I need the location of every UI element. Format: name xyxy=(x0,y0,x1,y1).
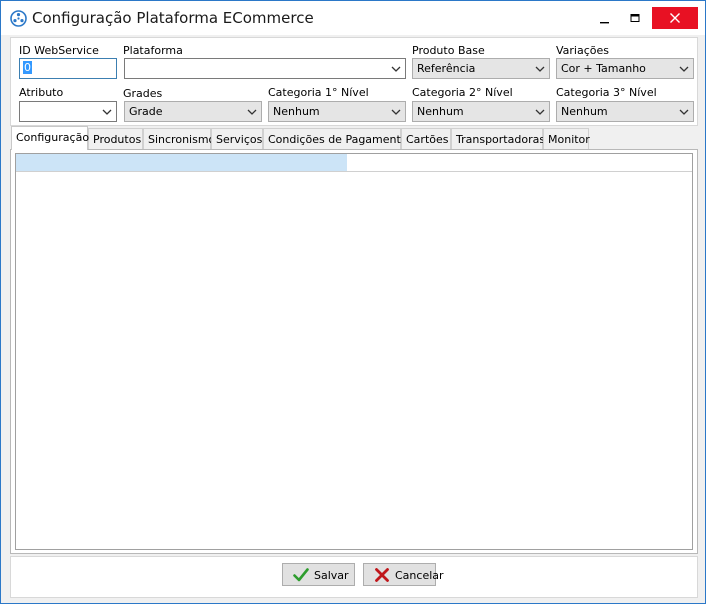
progress-bar xyxy=(16,154,692,172)
variacoes-select[interactable]: Cor + Tamanho xyxy=(556,58,694,79)
chevron-down-icon xyxy=(535,66,545,72)
salvar-button[interactable]: Salvar xyxy=(282,563,355,586)
variacoes-label: Variações xyxy=(556,44,610,57)
title-bar[interactable]: Configuração Plataforma ECommerce xyxy=(1,1,705,35)
id-webservice-value: 0 xyxy=(23,61,32,74)
plataforma-select[interactable] xyxy=(124,58,406,79)
window-title: Configuração Plataforma ECommerce xyxy=(32,9,314,27)
close-button[interactable] xyxy=(652,7,698,29)
chevron-down-icon xyxy=(679,66,689,72)
categoria2-label: Categoria 2° Nível xyxy=(412,86,513,99)
button-bar: Salvar Cancelar xyxy=(10,556,698,598)
tab-condicoes-pagamentos[interactable]: Condições de Pagamentos xyxy=(263,128,413,149)
tab-page-configuracao xyxy=(10,149,698,554)
chevron-down-icon xyxy=(247,109,257,115)
categoria1-label: Categoria 1° Nível xyxy=(268,86,369,99)
cancelar-label: Cancelar xyxy=(395,569,444,582)
tab-control: Configuração Produtos Sincronismo Serviç… xyxy=(10,126,698,554)
grades-label: Grades xyxy=(123,87,163,100)
atributo-label: Atributo xyxy=(19,86,64,99)
chevron-down-icon xyxy=(679,109,689,115)
grades-select[interactable]: Grade xyxy=(124,101,262,122)
tab-produtos[interactable]: Produtos xyxy=(88,128,143,149)
tab-label: Transportadoras xyxy=(456,133,546,146)
categoria3-select[interactable]: Nenhum xyxy=(556,101,694,122)
check-icon xyxy=(293,568,309,582)
produto-base-value: Referência xyxy=(417,62,476,75)
tab-label: Serviços xyxy=(216,133,263,146)
grades-value: Grade xyxy=(129,105,163,118)
plataforma-label: Plataforma xyxy=(123,44,183,57)
close-icon xyxy=(670,13,680,23)
x-icon xyxy=(375,568,389,582)
categoria1-value: Nenhum xyxy=(273,105,320,118)
categoria3-label: Categoria 3° Nível xyxy=(556,86,657,99)
id-webservice-label: ID WebService xyxy=(19,44,99,57)
tab-label: Cartões xyxy=(406,133,449,146)
categoria1-select[interactable]: Nenhum xyxy=(268,101,406,122)
cancelar-button[interactable]: Cancelar xyxy=(363,563,444,586)
categoria2-select[interactable]: Nenhum xyxy=(412,101,550,122)
app-icon xyxy=(10,10,27,27)
chevron-down-icon xyxy=(535,109,545,115)
tab-servicos[interactable]: Serviços xyxy=(211,128,263,149)
variacoes-value: Cor + Tamanho xyxy=(561,62,646,75)
produto-base-label: Produto Base xyxy=(412,44,485,57)
atributo-select[interactable] xyxy=(19,101,117,122)
tab-label: Produtos xyxy=(93,133,142,146)
chevron-down-icon xyxy=(391,109,401,115)
produto-base-select[interactable]: Referência xyxy=(412,58,550,79)
configuracao-content xyxy=(15,153,693,550)
settings-panel: ID WebService 0 Plataforma Produto Base … xyxy=(10,37,698,126)
chevron-down-icon xyxy=(391,66,401,72)
id-webservice-input[interactable]: 0 xyxy=(19,58,117,79)
tab-label: Monitor xyxy=(548,133,590,146)
categoria3-value: Nenhum xyxy=(561,105,608,118)
client-area: ID WebService 0 Plataforma Produto Base … xyxy=(9,36,699,598)
configuracao-window: Configuração Plataforma ECommerce ID Web… xyxy=(0,0,706,604)
tab-configuracao[interactable]: Configuração xyxy=(11,126,90,150)
tab-label: Sincronismo xyxy=(148,133,216,146)
tab-transportadoras[interactable]: Transportadoras xyxy=(451,128,546,149)
tab-cartoes[interactable]: Cartões xyxy=(401,128,451,149)
tab-label: Condições de Pagamentos xyxy=(268,133,414,146)
tab-label: Configuração xyxy=(16,131,90,144)
tab-monitor[interactable]: Monitor xyxy=(543,128,590,149)
salvar-label: Salvar xyxy=(314,569,349,582)
categoria2-value: Nenhum xyxy=(417,105,464,118)
chevron-down-icon xyxy=(102,109,112,115)
tab-sincronismo[interactable]: Sincronismo xyxy=(143,128,215,149)
progress-fill xyxy=(16,154,347,171)
